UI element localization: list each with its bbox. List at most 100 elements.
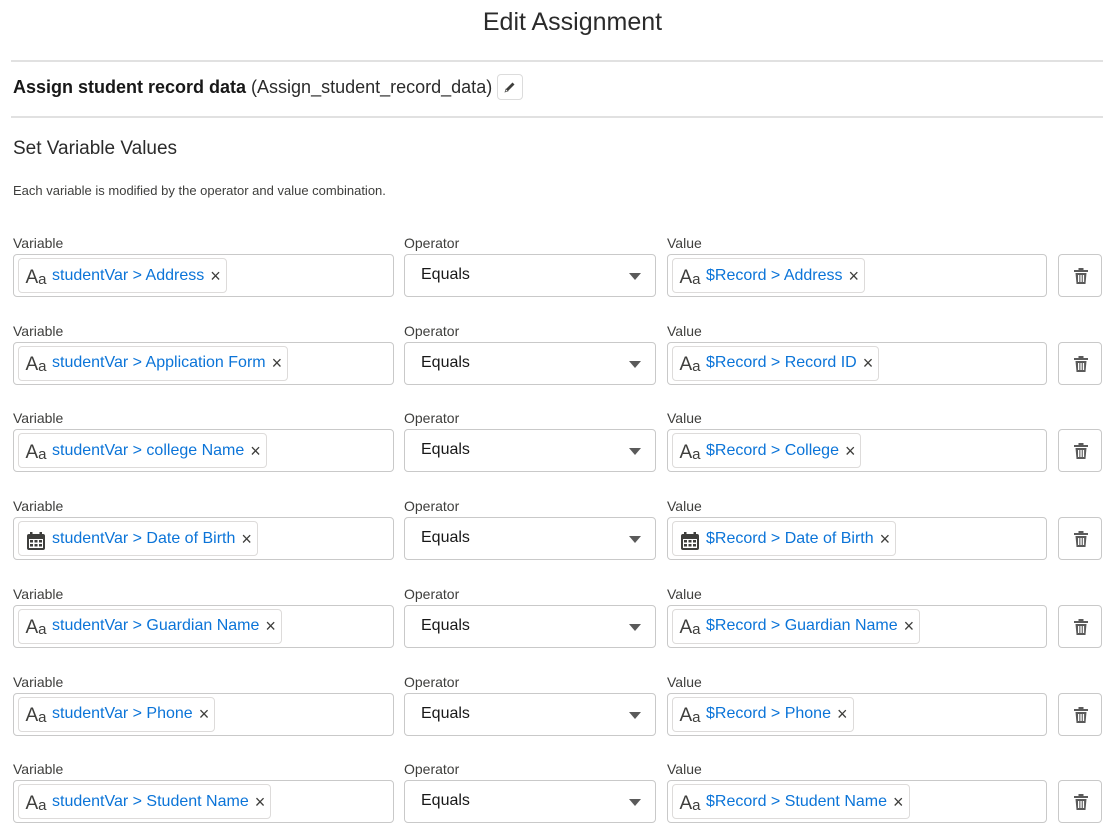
value-pill[interactable]: Aa $Record > Guardian Name × (672, 608, 921, 644)
operator-select[interactable]: Equals (404, 692, 656, 736)
caret-down-icon (629, 799, 641, 807)
assignment-row: Variable Operator Value studentVar > Date o… (0, 498, 1103, 586)
value-label: Value (667, 410, 702, 427)
operator-label: Operator (404, 585, 460, 602)
variable-pill[interactable]: Aa studentVar > Guardian Name × (18, 608, 282, 644)
variable-field[interactable]: Aa studentVar > Address × (13, 254, 394, 297)
section-help-text: Each variable is modified by the operato… (13, 183, 386, 198)
variable-field[interactable]: studentVar > Date of Birth × (13, 517, 394, 561)
operator-select[interactable]: Equals (404, 517, 656, 561)
assignment-row: Variable Operator Value Aa studentVar > Addr… (0, 235, 1103, 323)
text-icon: Aa (679, 705, 701, 726)
value-pill-label: $Record > Student Name (706, 792, 887, 810)
operator-select[interactable]: Equals (404, 604, 656, 648)
operator-label: Operator (404, 235, 460, 251)
variable-field[interactable]: Aa studentVar > college Name × (13, 429, 394, 473)
delete-row-button[interactable] (1058, 604, 1102, 648)
remove-icon[interactable]: × (272, 354, 283, 372)
operator-value: Equals (421, 266, 470, 283)
value-pill[interactable]: Aa $Record > Student Name × (672, 784, 910, 820)
assignment-row: Variable Operator Value Aa studentVar > Stud… (0, 761, 1103, 839)
value-pill[interactable]: Aa $Record > Address × (672, 258, 866, 293)
operator-label: Operator (404, 761, 460, 778)
value-field[interactable]: $Record > Date of Birth × (667, 517, 1047, 561)
modal-title: Edit Assignment (482, 8, 663, 36)
variable-field[interactable]: Aa studentVar > Student Name × (13, 780, 394, 824)
variable-pill[interactable]: Aa studentVar > Phone × (18, 696, 216, 732)
delete-row-button[interactable] (1058, 341, 1102, 385)
delete-row-button[interactable] (1058, 254, 1102, 297)
value-label: Value (667, 761, 702, 778)
remove-icon[interactable]: × (893, 793, 904, 811)
variable-field[interactable]: Aa studentVar > Application Form × (13, 341, 394, 385)
variable-pill[interactable]: studentVar > Date of Birth × (18, 521, 258, 557)
caret-down-icon (629, 448, 641, 456)
variable-label: Variable (13, 498, 64, 515)
value-pill[interactable]: $Record > Date of Birth × (672, 521, 897, 557)
variable-field[interactable]: Aa studentVar > Guardian Name × (13, 604, 394, 648)
text-icon: Aa (679, 792, 701, 814)
variable-pill[interactable]: Aa studentVar > Student Name × (18, 784, 272, 820)
value-field[interactable]: Aa $Record > Guardian Name × (667, 604, 1047, 648)
assignment-row: Variable Operator Value Aa studentVar > Appl… (0, 323, 1103, 411)
value-field[interactable]: Aa $Record > Address × (667, 254, 1047, 297)
value-pill-label: $Record > Phone (706, 705, 831, 722)
operator-select[interactable]: Equals (404, 254, 656, 297)
remove-icon[interactable]: × (250, 442, 261, 460)
value-field[interactable]: Aa $Record > Student Name × (667, 780, 1047, 824)
delete-row-button[interactable] (1058, 780, 1102, 824)
text-icon: Aa (25, 266, 47, 288)
operator-select[interactable]: Equals (404, 780, 656, 824)
delete-row-button[interactable] (1058, 692, 1102, 736)
variable-pill[interactable]: Aa studentVar > Application Form × (18, 345, 289, 381)
edit-name-button[interactable] (497, 74, 524, 100)
delete-row-button[interactable] (1058, 517, 1102, 561)
value-field[interactable]: Aa $Record > College × (667, 429, 1047, 473)
caret-down-icon (629, 711, 641, 719)
value-pill[interactable]: Aa $Record > College × (672, 433, 862, 469)
value-pill-label: $Record > College (706, 441, 839, 459)
remove-icon[interactable]: × (255, 793, 266, 811)
value-pill[interactable]: Aa $Record > Record ID × (672, 345, 880, 381)
remove-icon[interactable]: × (265, 617, 276, 635)
variable-pill[interactable]: Aa studentVar > Address × (18, 258, 227, 293)
remove-icon[interactable]: × (199, 705, 210, 723)
operator-label: Operator (404, 673, 460, 690)
variable-label: Variable (13, 585, 64, 602)
trash-icon (1074, 794, 1088, 811)
trash-icon (1074, 618, 1088, 635)
operator-select[interactable]: Equals (404, 341, 656, 385)
operator-select[interactable]: Equals (404, 429, 656, 473)
variable-label: Variable (13, 673, 64, 690)
variable-label: Variable (13, 761, 64, 778)
value-pill-label: $Record > Address (706, 266, 843, 284)
remove-icon[interactable]: × (210, 267, 221, 285)
calendar-icon (676, 527, 704, 551)
value-label: Value (667, 498, 702, 515)
variable-field[interactable]: Aa studentVar > Phone × (13, 692, 394, 736)
operator-value: Equals (421, 353, 470, 371)
delete-row-button[interactable] (1058, 429, 1102, 473)
assignment-row: Variable Operator Value Aa studentVar > Phon… (0, 674, 1103, 762)
caret-down-icon (629, 536, 641, 544)
remove-icon[interactable]: × (845, 442, 856, 460)
value-label: Value (667, 235, 702, 251)
text-icon: Aa (25, 705, 47, 726)
remove-icon[interactable]: × (837, 705, 848, 723)
operator-value: Equals (421, 441, 470, 459)
calendar-icon (22, 527, 50, 551)
value-field[interactable]: Aa $Record > Record ID × (667, 341, 1047, 385)
remove-icon[interactable]: × (241, 530, 252, 548)
remove-icon[interactable]: × (880, 530, 891, 548)
remove-icon[interactable]: × (849, 267, 860, 285)
value-label: Value (667, 673, 702, 690)
value-pill[interactable]: Aa $Record > Phone × (672, 696, 854, 732)
variable-pill[interactable]: Aa studentVar > college Name × (18, 433, 267, 469)
value-field[interactable]: Aa $Record > Phone × (667, 692, 1047, 736)
variable-label: Variable (13, 410, 64, 427)
text-icon: Aa (679, 441, 701, 463)
remove-icon[interactable]: × (904, 617, 915, 635)
element-api-name: (Assign_student_record_data) (251, 76, 493, 97)
section-title: Set Variable Values (13, 138, 178, 159)
remove-icon[interactable]: × (863, 354, 874, 372)
